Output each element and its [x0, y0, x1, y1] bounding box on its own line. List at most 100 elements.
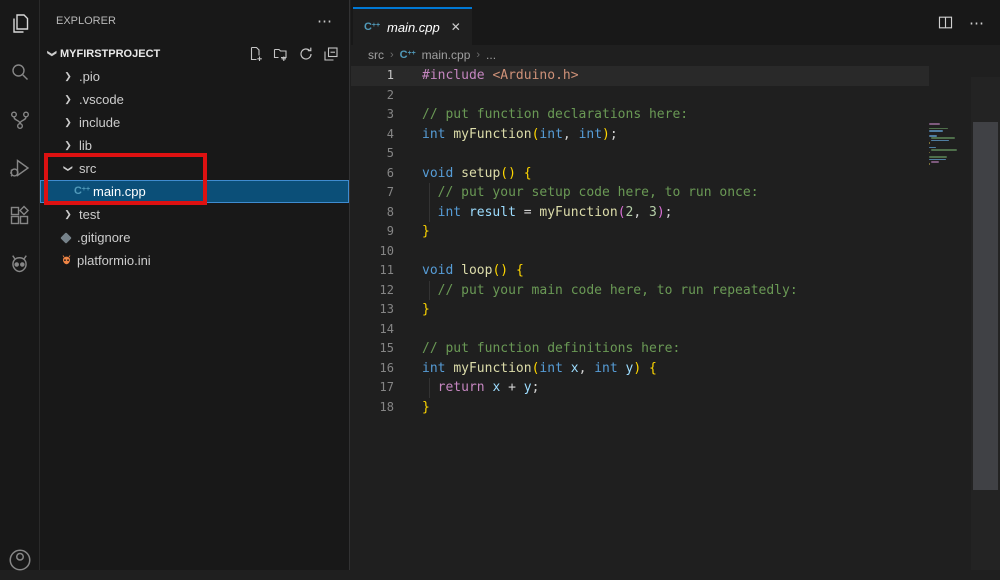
code-editor[interactable]: 1 #include <Arduino.h> 23 // put function d… [351, 65, 1000, 570]
breadcrumb-main-cpp[interactable]: main.cpp [422, 48, 471, 62]
close-icon[interactable]: ✕ [451, 20, 461, 34]
line-number[interactable]: 5 [351, 144, 394, 164]
code-line-11[interactable]: 11void loop() { [351, 261, 929, 281]
line-number[interactable]: 6 [351, 164, 394, 184]
line-number[interactable]: 13 [351, 300, 394, 320]
code-line-18[interactable]: 18} [351, 398, 929, 418]
run-debug-icon[interactable] [0, 144, 39, 192]
code-line-3[interactable]: 3 // put function declarations here: [351, 105, 929, 125]
code-line-8[interactable]: 8 int result = myFunction(2, 3); [351, 203, 929, 223]
line-number[interactable]: 4 [351, 125, 394, 145]
tree-item-label: main.cpp [93, 184, 146, 199]
tree-item-src[interactable]: ❯src [40, 157, 349, 180]
code-text: } [422, 398, 430, 418]
refresh-icon[interactable] [298, 46, 314, 62]
code-line-15[interactable]: 15 // put function definitions here: [351, 339, 929, 359]
code-rows: 1 #include <Arduino.h> 23 // put function d… [351, 65, 929, 417]
minimap-line [929, 156, 947, 158]
chevron-right-icon: › [476, 49, 480, 61]
line-number[interactable]: 15 [351, 339, 394, 359]
tree-item-.vscode[interactable]: ❯.vscode [40, 88, 349, 111]
code-text: // put function definitions here: [422, 339, 680, 359]
code-text: int myFunction(int x, int y) { [422, 359, 657, 379]
tree-item-label: include [79, 115, 120, 130]
search-icon[interactable] [0, 48, 39, 96]
source-control-icon[interactable] [0, 96, 39, 144]
extensions-icon[interactable] [0, 192, 39, 240]
collapse-all-icon[interactable] [323, 46, 339, 62]
line-number[interactable]: 18 [351, 398, 394, 418]
code-text: // put function declarations here: [422, 105, 688, 125]
minimap-line [929, 163, 930, 165]
code-text: void setup() { [422, 164, 532, 184]
code-line-7[interactable]: 7 // put your setup code here, to run on… [351, 183, 929, 203]
code-text: int myFunction(int, int); [422, 125, 618, 145]
more-actions-icon[interactable]: ⋯ [969, 14, 985, 32]
new-folder-icon[interactable] [273, 46, 289, 62]
code-line-5[interactable]: 5 [351, 144, 929, 164]
code-line-10[interactable]: 10 [351, 242, 929, 262]
explorer-more-actions-icon[interactable]: ⋯ [317, 12, 333, 30]
code-line-2[interactable]: 2 [351, 86, 929, 106]
account-icon[interactable] [0, 540, 39, 580]
tree-item-main.cpp[interactable]: C++main.cpp [40, 180, 349, 203]
line-number[interactable]: 17 [351, 378, 394, 398]
tree-item-label: test [79, 207, 100, 222]
explorer-sidebar: EXPLORER ⋯ ❯ MYFIRSTPROJECT [40, 0, 350, 570]
project-name: MYFIRSTPROJECT [60, 48, 160, 60]
tree-item-platformio.ini[interactable]: platformio.ini [40, 249, 349, 272]
line-number[interactable]: 3 [351, 105, 394, 125]
minimap-line [929, 142, 930, 144]
line-number[interactable]: 11 [351, 261, 394, 281]
line-number[interactable]: 10 [351, 242, 394, 262]
tree-item-test[interactable]: ❯test [40, 203, 349, 226]
tree-item-.gitignore[interactable]: .gitignore [40, 226, 349, 249]
tree-item-label: .gitignore [77, 230, 130, 245]
tree-item-label: .vscode [79, 92, 124, 107]
chevron-right-icon: ❯ [60, 94, 76, 105]
breadcrumb-src[interactable]: src [368, 48, 384, 62]
activity-bar [0, 0, 40, 570]
line-number[interactable]: 16 [351, 359, 394, 379]
breadcrumb-symbols[interactable]: ... [486, 48, 496, 62]
tree-item-label: lib [79, 138, 92, 153]
line-number[interactable]: 8 [351, 203, 394, 223]
line-number[interactable]: 2 [351, 86, 394, 106]
line-number[interactable]: 12 [351, 281, 394, 301]
minimap-line [929, 123, 940, 125]
tree-item-label: .pio [79, 69, 100, 84]
tree-item-lib[interactable]: ❯lib [40, 134, 349, 157]
code-text: #include <Arduino.h> [422, 66, 579, 86]
chevron-right-icon: › [390, 49, 394, 61]
code-line-12[interactable]: 12 // put your main code here, to run re… [351, 281, 929, 301]
code-line-16[interactable]: 16 int myFunction(int x, int y) { [351, 359, 929, 379]
tree-item-.pio[interactable]: ❯.pio [40, 65, 349, 88]
code-line-1[interactable]: 1 #include <Arduino.h> [351, 66, 929, 86]
scrollbar-thumb[interactable] [973, 122, 998, 490]
code-line-17[interactable]: 17 return x + y; [351, 378, 929, 398]
files-icon[interactable] [0, 0, 39, 48]
chevron-right-icon: ❯ [60, 209, 76, 220]
code-line-14[interactable]: 14 [351, 320, 929, 340]
code-text: return x + y; [422, 378, 539, 398]
line-number[interactable]: 9 [351, 222, 394, 242]
tree-item-include[interactable]: ❯include [40, 111, 349, 134]
code-line-4[interactable]: 4 int myFunction(int, int); [351, 125, 929, 145]
minimap-line [931, 149, 957, 151]
chevron-down-icon: ❯ [47, 46, 58, 62]
line-number[interactable]: 14 [351, 320, 394, 340]
line-number[interactable]: 7 [351, 183, 394, 203]
breadcrumb: src › C++ main.cpp › ... [351, 45, 1000, 65]
new-file-icon[interactable] [248, 46, 264, 62]
platformio-icon[interactable] [0, 240, 39, 288]
chevron-right-icon: ❯ [60, 117, 76, 128]
split-editor-icon[interactable] [937, 14, 954, 31]
line-number[interactable]: 1 [351, 66, 394, 86]
tab-main-cpp[interactable]: C++ main.cpp ✕ [353, 7, 472, 45]
minimap[interactable] [929, 123, 975, 166]
project-section-header[interactable]: ❯ MYFIRSTPROJECT [40, 42, 349, 65]
code-line-13[interactable]: 13} [351, 300, 929, 320]
code-line-6[interactable]: 6 void setup() { [351, 164, 929, 184]
code-line-9[interactable]: 9} [351, 222, 929, 242]
minimap-line [931, 137, 955, 139]
